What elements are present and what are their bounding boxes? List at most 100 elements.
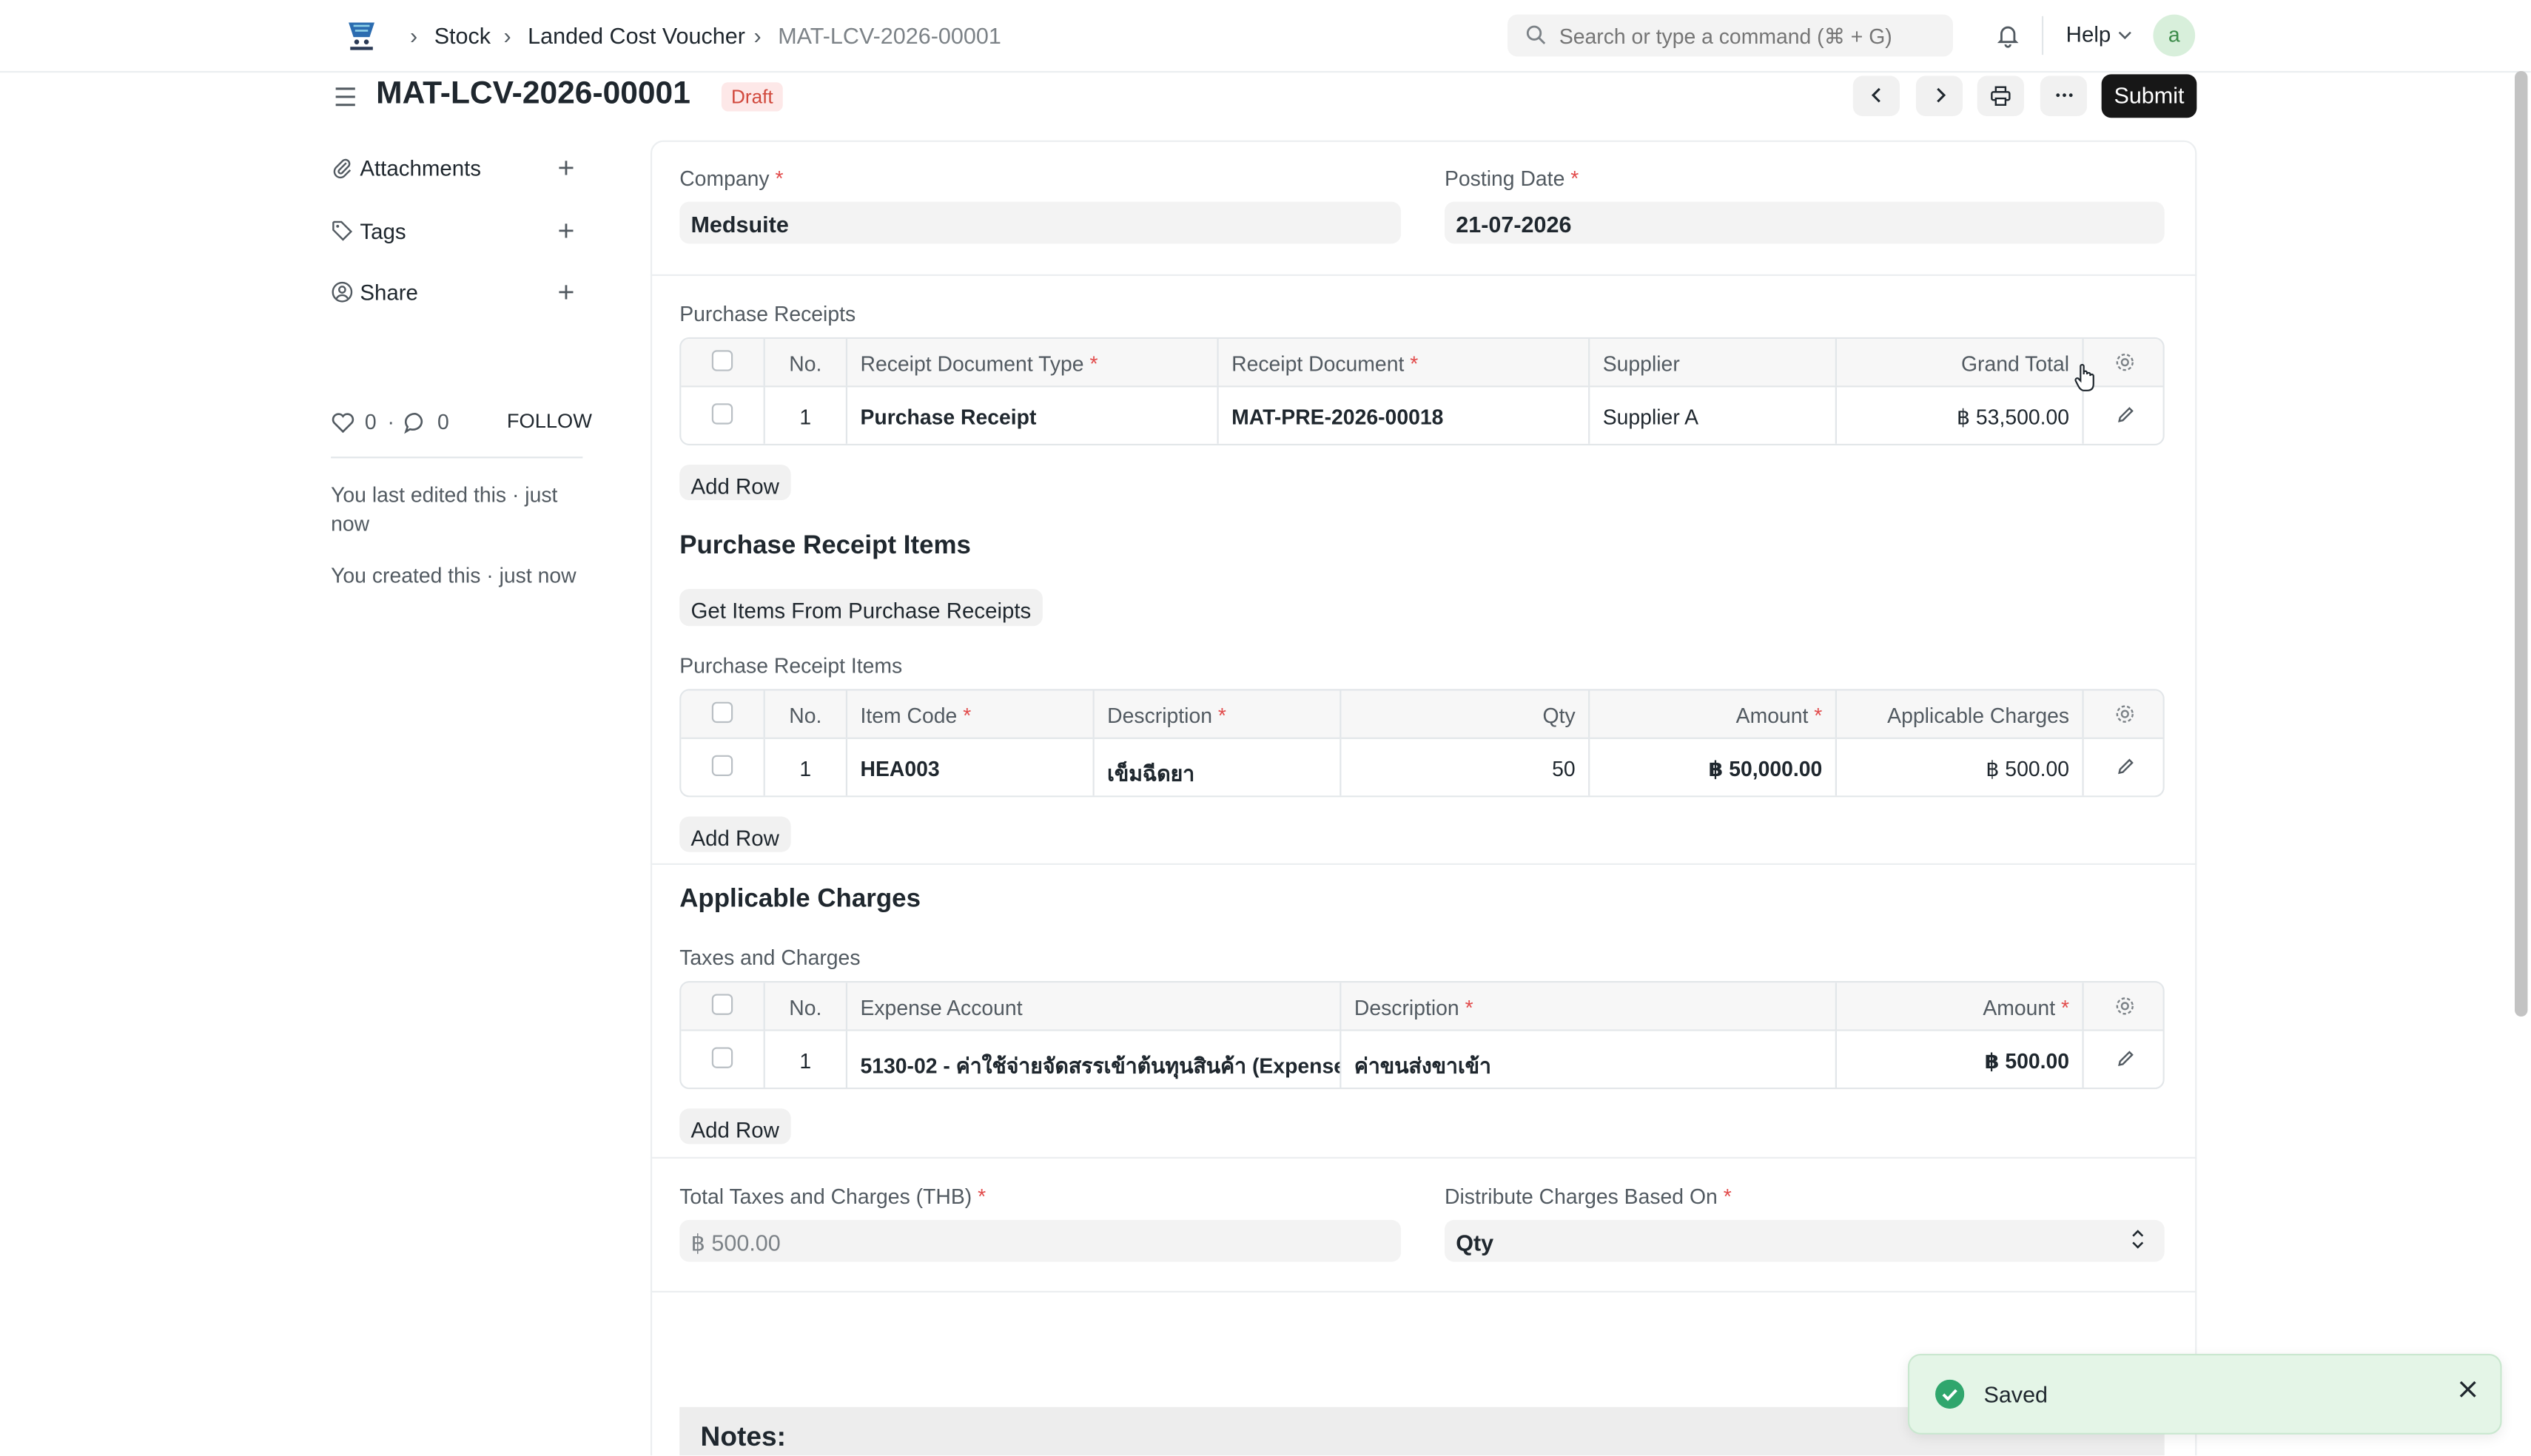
printer-icon: [1991, 86, 2011, 106]
select-all-checkbox[interactable]: [681, 339, 765, 386]
receipt-document-type-cell[interactable]: Purchase Receipt: [847, 387, 1219, 444]
item-code-cell[interactable]: HEA003: [847, 738, 1095, 796]
col-grand-total: Grand Total: [1837, 339, 2084, 386]
submit-button[interactable]: Submit: [2101, 74, 2197, 118]
row-checkbox[interactable]: [681, 738, 765, 796]
notes-label: Notes:: [700, 1421, 786, 1452]
supplier-cell[interactable]: Supplier A: [1590, 387, 1837, 444]
add-row-button[interactable]: Add Row: [679, 816, 791, 852]
created-info: You created this · just now: [331, 563, 577, 587]
notification-bell-icon[interactable]: [1995, 23, 2021, 49]
items-table-label: Purchase Receipt Items: [679, 653, 903, 678]
hand-cursor-icon: [2074, 363, 2094, 391]
items-section-title: Purchase Receipt Items: [679, 532, 971, 560]
search-bar[interactable]: [1507, 14, 1954, 57]
section-divider: [650, 1290, 2197, 1292]
help-dropdown[interactable]: Help: [2066, 23, 2131, 47]
table-row[interactable]: 1 Purchase Receipt MAT-PRE-2026-00018 Su…: [681, 387, 2163, 444]
row-checkbox[interactable]: [681, 1031, 765, 1088]
breadcrumb-separator-icon: ›: [503, 22, 511, 49]
chevron-left-icon: [1870, 87, 1880, 103]
distribute-charges-select[interactable]: Qty: [1444, 1219, 2165, 1262]
col-amount: Amount *: [1590, 690, 1837, 738]
row-no: 1: [765, 1031, 848, 1088]
receipt-document-cell[interactable]: MAT-PRE-2026-00018: [1219, 387, 1590, 444]
tax-amount-cell[interactable]: ฿ 500.00: [1837, 1031, 2084, 1088]
add-row-button[interactable]: Add Row: [679, 1108, 791, 1145]
last-edited-info: You last edited this · just now: [331, 482, 558, 536]
row-no: 1: [765, 387, 848, 444]
follow-button[interactable]: FOLLOW: [507, 410, 592, 433]
sidebar-attachments[interactable]: Attachments +: [331, 153, 582, 186]
breadcrumb-separator-icon: ›: [409, 22, 418, 49]
add-row-button[interactable]: Add Row: [679, 465, 791, 501]
posting-date-field[interactable]: 21-07-2026: [1444, 201, 2165, 244]
col-item-code: Item Code *: [847, 690, 1095, 738]
toast-message: Saved: [1983, 1381, 2048, 1407]
help-label: Help: [2066, 22, 2111, 47]
section-divider: [650, 274, 2197, 276]
close-icon[interactable]: [2458, 1380, 2478, 1399]
col-description: Description *: [1341, 983, 1837, 1030]
breadcrumb-current[interactable]: MAT-LCV-2026-00001: [778, 23, 1001, 49]
table-header: No. Receipt Document Type * Receipt Docu…: [681, 339, 2163, 388]
grand-total-cell[interactable]: ฿ 53,500.00: [1837, 387, 2084, 444]
navbar-divider: [2041, 16, 2044, 55]
edit-row-icon[interactable]: [2084, 1031, 2163, 1088]
edit-row-icon[interactable]: [2084, 387, 2163, 443]
breadcrumb-landed-cost-voucher[interactable]: Landed Cost Voucher: [528, 23, 745, 49]
column-settings-icon[interactable]: [2084, 690, 2163, 737]
applicable-charges-cell[interactable]: ฿ 500.00: [1837, 738, 2084, 796]
sidebar-tags[interactable]: Tags +: [331, 216, 582, 249]
purchase-receipts-table: No. Receipt Document Type * Receipt Docu…: [679, 337, 2165, 445]
amount-cell[interactable]: ฿ 50,000.00: [1590, 738, 1837, 796]
sidebar-toggle-icon[interactable]: [332, 84, 358, 109]
breadcrumb-separator-icon: ›: [753, 22, 762, 49]
tax-description-cell[interactable]: ค่าขนส่งขาเข้า: [1341, 1031, 1837, 1088]
taxes-table-label: Taxes and Charges: [679, 946, 861, 970]
col-qty: Qty: [1341, 690, 1590, 738]
page-scrollbar[interactable]: [2514, 70, 2528, 1017]
previous-doc-button[interactable]: [1852, 75, 1900, 117]
user-avatar[interactable]: a: [2153, 14, 2196, 57]
row-checkbox[interactable]: [681, 387, 765, 444]
comment-icon[interactable]: [403, 411, 428, 434]
paperclip-icon: [333, 158, 352, 179]
heart-icon[interactable]: [331, 411, 355, 434]
app-logo[interactable]: [342, 16, 380, 55]
tags-label: Tags: [360, 219, 406, 244]
select-all-checkbox[interactable]: [681, 690, 765, 738]
more-actions-button[interactable]: [2040, 75, 2088, 117]
col-applicable-charges: Applicable Charges: [1837, 690, 2084, 738]
purchase-receipt-items-table: No. Item Code * Description * Qty Amount…: [679, 689, 2165, 798]
col-no: No.: [765, 983, 848, 1030]
search-input[interactable]: [1559, 14, 1940, 57]
sidebar-share[interactable]: Share +: [331, 277, 582, 310]
status-badge: Draft: [721, 82, 783, 112]
column-settings-icon[interactable]: [2084, 983, 2163, 1029]
get-items-button[interactable]: Get Items From Purchase Receipts: [679, 589, 1043, 627]
select-all-checkbox[interactable]: [681, 983, 765, 1030]
page-title: MAT-LCV-2026-00001: [376, 75, 690, 112]
add-tag-icon[interactable]: +: [558, 216, 575, 245]
chevron-down-icon: [2117, 31, 2131, 40]
ellipsis-icon: [2055, 93, 2072, 98]
table-row[interactable]: 1 5130-02 - ค่าใช้จ่ายจัดสรรเข้าต้นทุนสิ…: [681, 1031, 2163, 1088]
tag-icon: [332, 220, 353, 241]
add-attachment-icon[interactable]: +: [558, 153, 575, 182]
col-amount: Amount *: [1837, 983, 2084, 1030]
edit-row-icon[interactable]: [2084, 739, 2163, 795]
table-header: No. Item Code * Description * Qty Amount…: [681, 690, 2163, 739]
description-cell[interactable]: เข็มฉีดยา: [1095, 738, 1342, 796]
qty-cell[interactable]: 50: [1341, 738, 1590, 796]
add-share-icon[interactable]: +: [558, 277, 575, 306]
print-button[interactable]: [1977, 75, 2024, 117]
breadcrumb-stock[interactable]: Stock: [434, 23, 491, 49]
next-doc-button[interactable]: [1915, 75, 1963, 117]
likes-count: 0: [364, 409, 377, 434]
col-no: No.: [765, 690, 848, 738]
company-field[interactable]: Medsuite: [679, 201, 1402, 244]
table-row[interactable]: 1 HEA003 เข็มฉีดยา 50 ฿ 50,000.00 ฿ 500.…: [681, 738, 2163, 796]
attachments-label: Attachments: [360, 156, 482, 181]
expense-account-cell[interactable]: 5130-02 - ค่าใช้จ่ายจัดสรรเข้าต้นทุนสินค…: [847, 1031, 1342, 1088]
